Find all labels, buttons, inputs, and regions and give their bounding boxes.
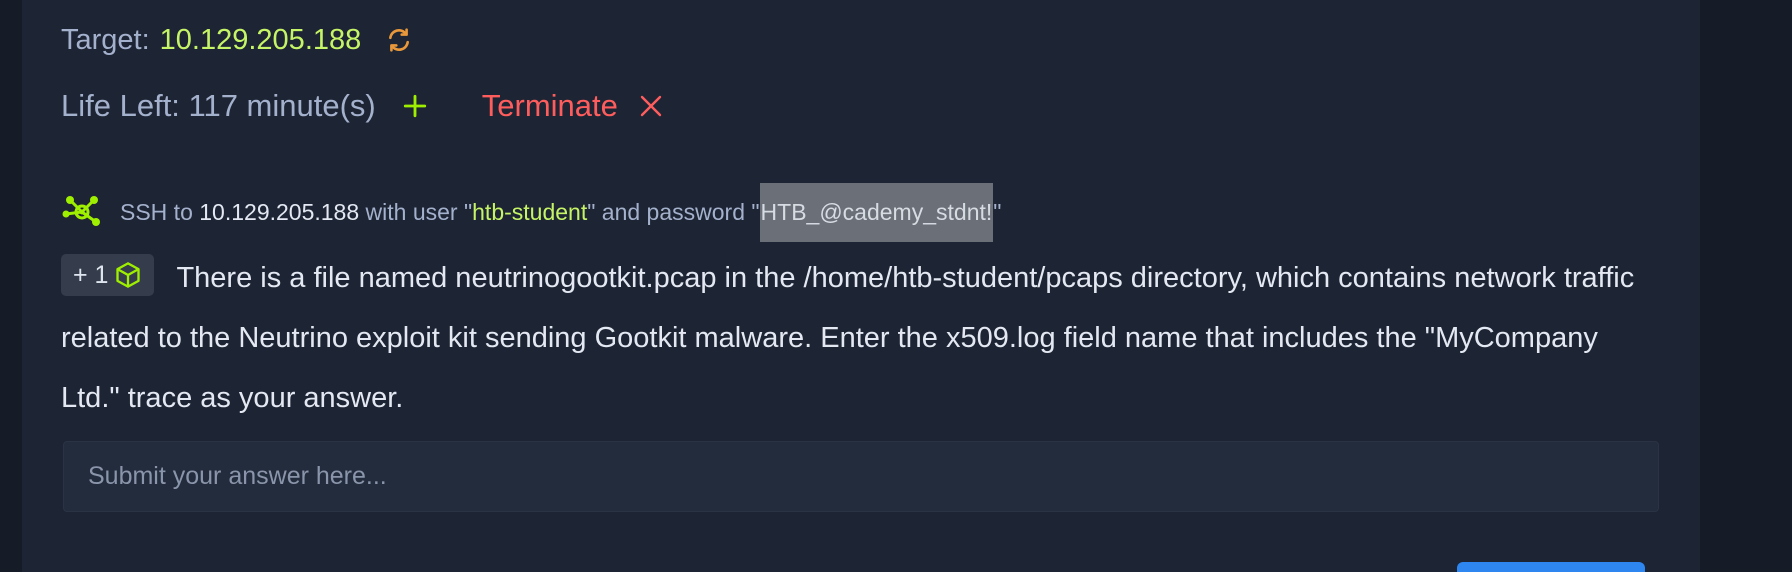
network-node-icon — [60, 190, 104, 234]
submit-button[interactable] — [1457, 562, 1645, 572]
cube-icon — [114, 261, 142, 289]
ssh-suffix: " — [993, 198, 1002, 225]
ssh-row: SSH to 10.129.205.188 with user "htb-stu… — [60, 182, 1001, 242]
terminate-button[interactable]: Terminate — [482, 88, 666, 124]
close-icon — [636, 91, 666, 121]
plus-icon[interactable] — [398, 93, 432, 119]
points-badge: + 1 — [61, 254, 155, 297]
ssh-ip: 10.129.205.188 — [199, 198, 360, 225]
ssh-prefix: SSH to — [120, 198, 200, 225]
ssh-with-user: with user " — [359, 198, 473, 225]
ssh-user: htb-student — [472, 198, 588, 225]
ssh-password[interactable]: HTB_@cademy_stdnt! — [759, 182, 994, 242]
refresh-icon[interactable] — [385, 26, 413, 54]
ssh-instructions: SSH to 10.129.205.188 with user "htb-stu… — [120, 182, 1002, 242]
life-left-text: Life Left: 117 minute(s) — [61, 88, 376, 123]
answer-input[interactable] — [63, 441, 1659, 512]
target-row: Target: 10.129.205.188 — [61, 18, 413, 62]
right-gutter — [1700, 0, 1792, 572]
life-row: Life Left: 117 minute(s) Terminate — [61, 82, 666, 130]
ssh-and-password: " and password " — [587, 198, 760, 225]
points-label: + 1 — [73, 261, 109, 290]
target-ip: 10.129.205.188 — [159, 23, 362, 56]
question-text: There is a file named neutrinogootkit.pc… — [61, 262, 1635, 414]
target-label: Target: — [61, 23, 150, 56]
question-text-block: + 1 There is a file named neutrinogootki… — [61, 248, 1661, 428]
terminate-label: Terminate — [481, 88, 618, 123]
